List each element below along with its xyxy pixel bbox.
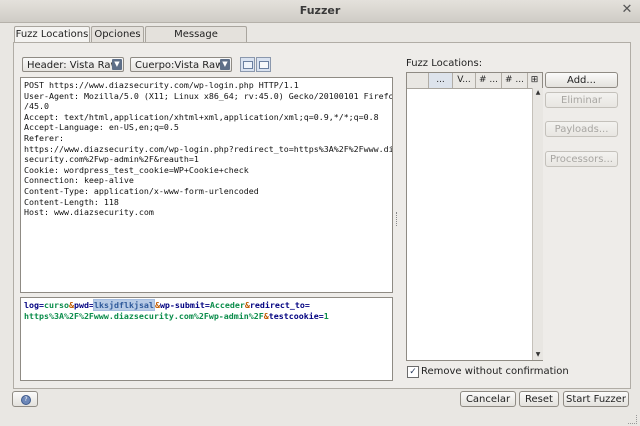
add-button[interactable]: Add... bbox=[545, 72, 618, 88]
column-header[interactable]: ... bbox=[429, 73, 453, 88]
close-icon[interactable]: ✕ bbox=[620, 3, 634, 17]
header-line: User-Agent: Mozilla/5.0 (X11; Linux x86_… bbox=[24, 90, 393, 101]
split-horizontal-icon bbox=[243, 61, 253, 69]
param-value: curso bbox=[44, 300, 69, 310]
column-header[interactable]: # ... bbox=[502, 73, 528, 88]
fuzz-locations-table[interactable]: ... V... # ... # ... ⊞ ▲ ▼ bbox=[406, 72, 543, 361]
fuzz-locations-label: Fuzz Locations: bbox=[406, 58, 483, 69]
help-button[interactable]: ? bbox=[12, 391, 38, 407]
param-key: testcookie bbox=[268, 310, 319, 321]
table-header: ... V... # ... # ... ⊞ bbox=[407, 73, 542, 89]
header-line: https://www.diazsecurity.com/wp-login.ph… bbox=[24, 143, 393, 154]
column-header[interactable]: # ... bbox=[476, 73, 502, 88]
column-chooser-icon[interactable]: ⊞ bbox=[528, 73, 541, 88]
processors-button[interactable]: Processors... bbox=[545, 151, 618, 167]
header-line: Referer: bbox=[24, 132, 64, 143]
column-header[interactable] bbox=[407, 73, 429, 88]
param-key: pwd bbox=[73, 300, 89, 310]
header-line: Host: www.diazsecurity.com bbox=[24, 207, 154, 218]
header-line: Cookie: wordpress_test_cookie=WP+Cookie+… bbox=[24, 164, 249, 175]
remove-button[interactable]: Eliminar bbox=[545, 92, 618, 108]
header-line: Connection: keep-alive bbox=[24, 175, 134, 186]
start-fuzzer-button[interactable]: Start Fuzzer bbox=[563, 391, 629, 407]
cancel-button[interactable]: Cancelar bbox=[460, 391, 516, 407]
request-body-text[interactable]: log=curso&pwd=lksjdflkjsal&wp-submit=Acc… bbox=[20, 297, 393, 381]
param-key: wp-submit bbox=[159, 300, 205, 310]
header-line: POST https://www.diazsecurity.com/wp-log… bbox=[24, 80, 299, 90]
drag-handle-icon bbox=[396, 212, 400, 226]
body-line-1: log=curso&pwd=lksjdflkjsal&wp-submit=Acc… bbox=[24, 299, 389, 311]
help-icon: ? bbox=[21, 395, 31, 405]
split-vertical-icon bbox=[259, 61, 269, 69]
param-key: log bbox=[24, 300, 39, 310]
param-value: 1 bbox=[323, 310, 329, 321]
layout-split-vertical-button[interactable] bbox=[256, 57, 271, 72]
selected-fuzz-text[interactable]: lksjdflkjsal bbox=[92, 299, 155, 311]
header-line: Content-Length: 118 bbox=[24, 196, 119, 207]
column-header[interactable]: V... bbox=[453, 73, 476, 88]
remove-without-confirmation-checkbox[interactable]: ✓ bbox=[407, 366, 419, 378]
title-bar: Fuzzer ✕ bbox=[0, 0, 640, 23]
tab-message-processors[interactable]: Message Processors bbox=[145, 26, 247, 55]
param-key: redirect_to bbox=[249, 300, 305, 310]
scroll-down-icon[interactable]: ▼ bbox=[533, 350, 543, 360]
body-view-value: Cuerpo:Vista Raw bbox=[135, 60, 224, 71]
header-line: Accept: text/html,application/xhtml+xml,… bbox=[24, 111, 379, 122]
param-equals: = bbox=[304, 300, 310, 310]
header-view-value: Header: Vista Raw bbox=[27, 60, 119, 71]
fuzzer-window: Fuzzer ✕ Fuzz Locations Opciones Message… bbox=[0, 0, 640, 426]
reset-button[interactable]: Reset bbox=[519, 391, 559, 407]
header-line: security.com%2Fwp-admin%2F&reauth=1 bbox=[24, 154, 199, 165]
request-header-text[interactable]: POST https://www.diazsecurity.com/wp-log… bbox=[20, 77, 393, 293]
body-line-2: https%3A%2F%2Fwww.diazsecurity.com%2Fwp-… bbox=[24, 311, 389, 322]
param-value: https%3A%2F%2Fwww.diazsecurity.com%2Fwp-… bbox=[24, 310, 264, 321]
layout-split-horizontal-button[interactable] bbox=[240, 57, 255, 72]
header-view-select[interactable]: Header: Vista Raw ▼ bbox=[22, 57, 124, 72]
chevron-down-icon: ▼ bbox=[220, 59, 230, 70]
param-value: Acceder bbox=[209, 300, 245, 310]
remove-without-confirmation-label: Remove without confirmation bbox=[421, 366, 569, 377]
tab-opciones[interactable]: Opciones bbox=[91, 26, 144, 42]
tab-fuzz-locations[interactable]: Fuzz Locations bbox=[14, 26, 90, 43]
chevron-down-icon: ▼ bbox=[112, 59, 122, 70]
resize-grip-icon[interactable] bbox=[628, 415, 637, 424]
body-view-select[interactable]: Cuerpo:Vista Raw ▼ bbox=[130, 57, 232, 72]
window-title: Fuzzer bbox=[299, 4, 341, 17]
payloads-button[interactable]: Payloads... bbox=[545, 121, 618, 137]
table-scrollbar[interactable]: ▲ ▼ bbox=[532, 88, 543, 360]
header-line: /45.0 bbox=[24, 101, 49, 112]
header-line: Accept-Language: en-US,en;q=0.5 bbox=[24, 122, 179, 133]
header-line: Content-Type: application/x-www-form-url… bbox=[24, 185, 259, 196]
scroll-up-icon[interactable]: ▲ bbox=[533, 88, 543, 98]
split-pane-divider[interactable] bbox=[396, 52, 399, 382]
